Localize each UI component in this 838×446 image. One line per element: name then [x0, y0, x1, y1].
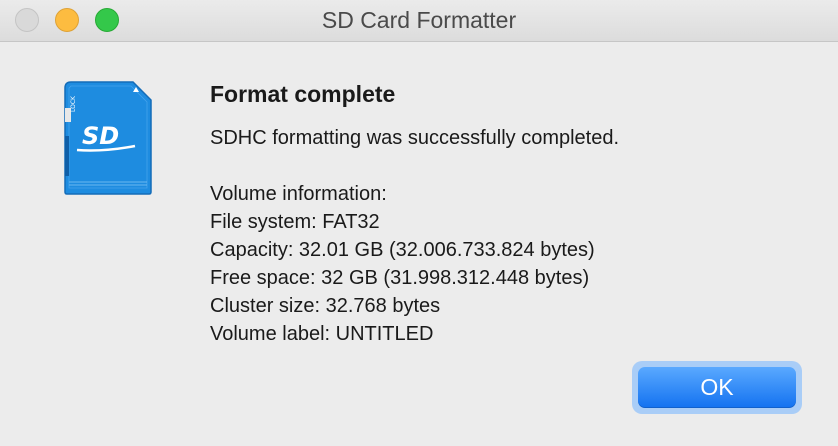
volume-label-line: Volume label: UNTITLED	[210, 323, 434, 345]
capacity-line: Capacity: 32.01 GB (32.006.733.824 bytes…	[210, 239, 595, 261]
lock-label: LOCK	[70, 95, 77, 112]
sd-logo-text: SD	[82, 122, 119, 150]
dialog-window: SD Card Formatter LOCK SD Format complet…	[0, 0, 838, 446]
ok-button[interactable]: OK	[638, 367, 796, 408]
window-title: SD Card Formatter	[321, 7, 517, 33]
file-system-line: File system: FAT32	[210, 211, 380, 233]
free-space-line: Free space: 32 GB (31.998.312.448 bytes)	[210, 267, 590, 289]
dialog-message: SDHC formatting was successfully complet…	[210, 127, 620, 149]
sd-card-icon: LOCK SD	[64, 81, 152, 195]
volume-info: Volume information: File system: FAT32 C…	[210, 180, 595, 348]
title-bar: SD Card Formatter	[0, 0, 838, 42]
dialog-heading: Format complete	[210, 81, 396, 107]
volume-info-title: Volume information:	[210, 183, 387, 205]
cluster-size-line: Cluster size: 32.768 bytes	[210, 295, 441, 317]
